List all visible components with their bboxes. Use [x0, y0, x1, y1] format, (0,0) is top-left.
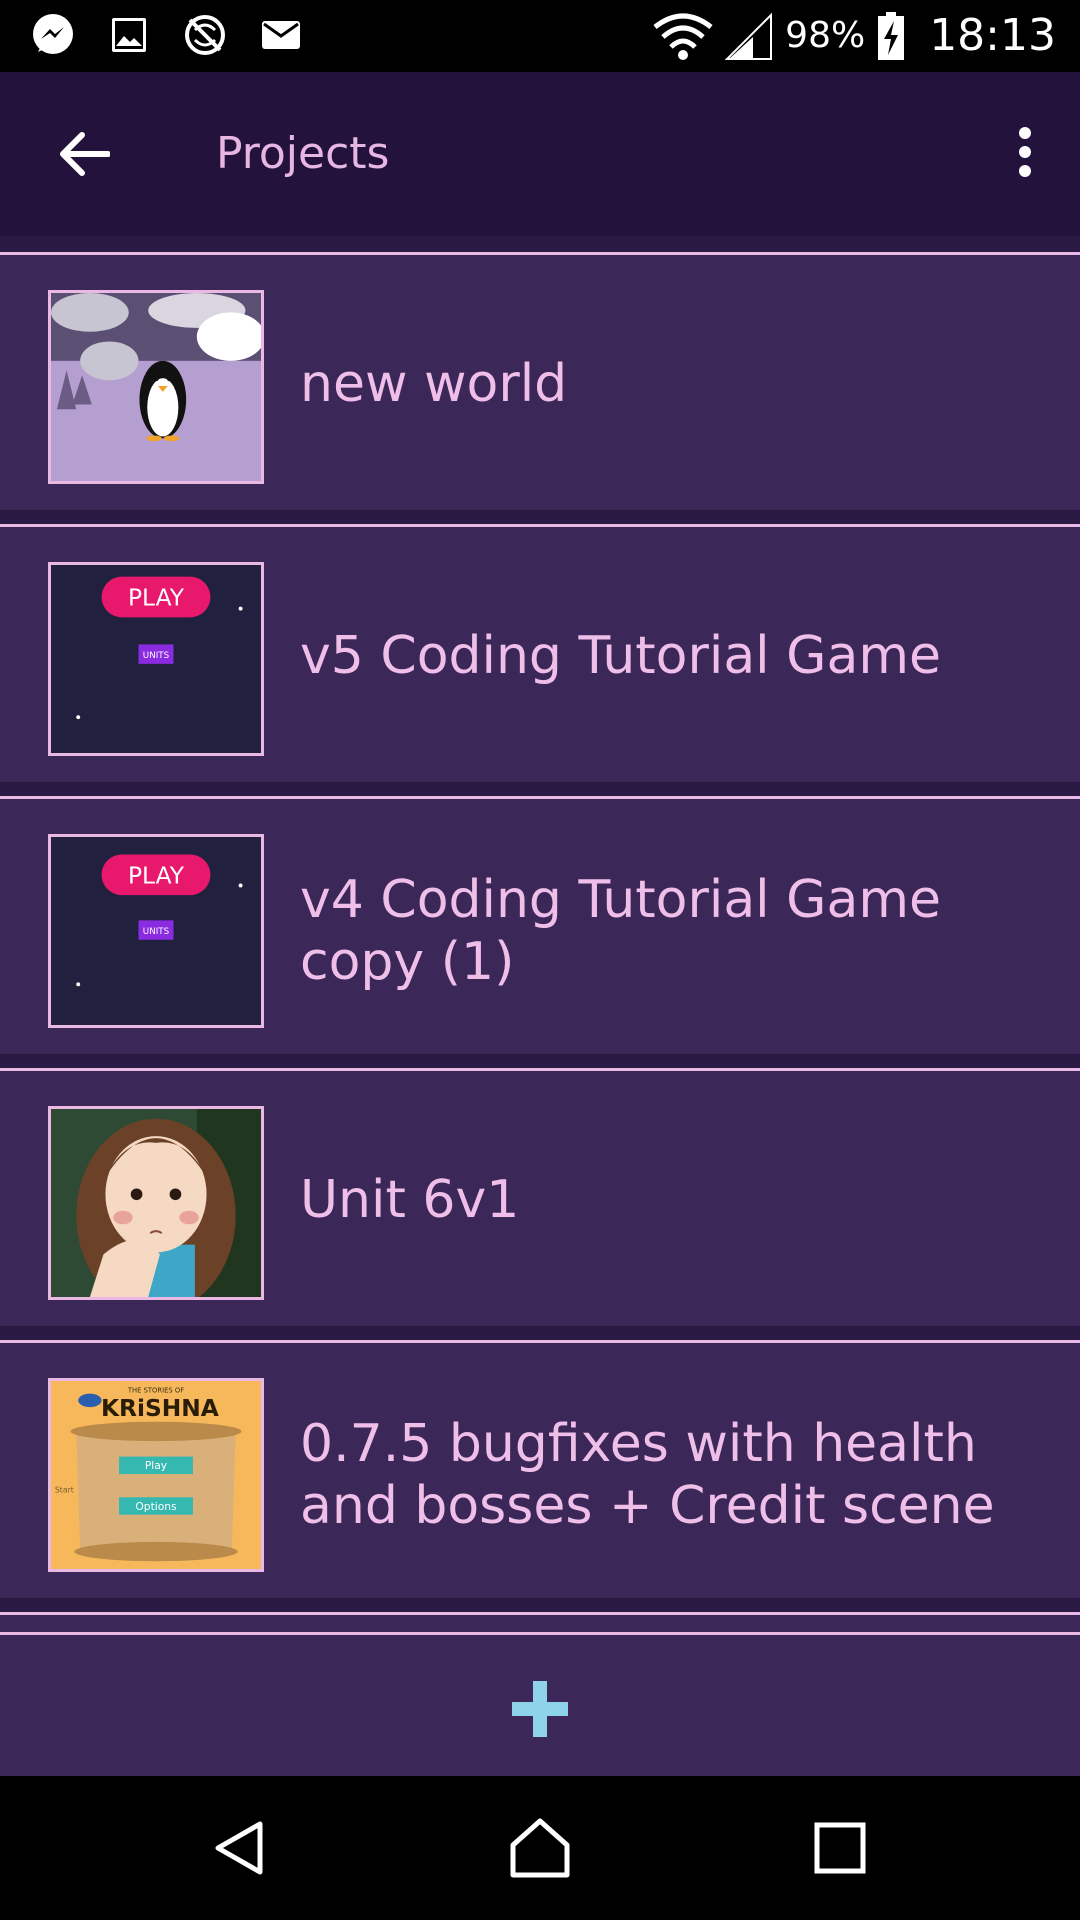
project-row-partial [0, 1612, 1080, 1632]
thumb-subtitle: THE STORIES OF [127, 1387, 184, 1395]
more-vert-icon [1019, 127, 1031, 177]
penguin-snow-scene-image [51, 293, 261, 481]
battery-charging-icon [878, 11, 905, 60]
thumb-start-text: Start [55, 1485, 74, 1494]
system-nav-bar [0, 1776, 1080, 1920]
nav-back-button[interactable] [200, 1808, 280, 1888]
battery-percent: 98% [785, 15, 866, 56]
page-title: Projects [216, 128, 390, 179]
signal-icon [725, 12, 773, 60]
project-row[interactable]: THE STORIES OF KRiSHNA Play Options Star… [0, 1340, 1080, 1598]
clock: 18:13 [929, 10, 1056, 61]
project-thumbnail [48, 290, 264, 484]
krishna-scroll-image: THE STORIES OF KRiSHNA Play Options Star… [51, 1381, 261, 1569]
project-row[interactable]: PLAY UNITS v4 Coding Tutorial Game copy … [0, 796, 1080, 1054]
thumb-units-text: UNITS [143, 927, 170, 937]
thumb-play-text: Play [145, 1459, 167, 1472]
thumb-play-text: PLAY [128, 585, 185, 612]
thumb-options-text: Options [135, 1500, 177, 1513]
play-menu-dark-image: PLAY UNITS [51, 837, 261, 1025]
play-menu-dark-image: PLAY UNITS [51, 565, 261, 753]
project-name: Unit 6v1 [300, 1170, 520, 1230]
nav-recents-button[interactable] [800, 1808, 880, 1888]
nav-home-icon [510, 1818, 570, 1878]
wifi-icon [653, 13, 713, 60]
project-thumbnail: PLAY UNITS [48, 834, 264, 1028]
project-name: v5 Coding Tutorial Game [300, 626, 941, 686]
project-thumbnail [48, 1106, 264, 1300]
no-sync-icon [185, 15, 225, 55]
add-project-button[interactable] [500, 1669, 580, 1749]
add-project-bar [0, 1632, 1080, 1776]
back-button[interactable] [44, 120, 124, 188]
project-row[interactable]: PLAY UNITS v5 Coding Tutorial Game [0, 524, 1080, 782]
nav-recents-icon [814, 1822, 866, 1874]
nav-back-icon [215, 1821, 263, 1875]
project-row[interactable]: new world [0, 252, 1080, 510]
girl-character-image [51, 1109, 261, 1297]
plus-icon [512, 1681, 568, 1737]
nav-home-button[interactable] [500, 1808, 580, 1888]
mail-icon [262, 21, 300, 49]
project-name: new world [300, 354, 568, 414]
app-bar: Projects [0, 72, 1080, 236]
thumb-title: KRiSHNA [101, 1395, 219, 1422]
project-thumbnail: PLAY UNITS [48, 562, 264, 756]
project-thumbnail: THE STORIES OF KRiSHNA Play Options Star… [48, 1378, 264, 1572]
image-icon [112, 18, 146, 52]
overflow-menu-button[interactable] [990, 112, 1060, 192]
project-name: v4 Coding Tutorial Game copy (1) [300, 870, 941, 992]
thumb-units-text: UNITS [143, 651, 170, 661]
project-row[interactable]: Unit 6v1 [0, 1068, 1080, 1326]
status-bar: 98% 18:13 [0, 0, 1080, 72]
messenger-icon [33, 14, 73, 54]
arrow-back-icon [60, 132, 110, 176]
thumb-play-text: PLAY [128, 863, 185, 890]
project-name: 0.7.5 bugfixes with health and bosses + … [300, 1414, 995, 1536]
